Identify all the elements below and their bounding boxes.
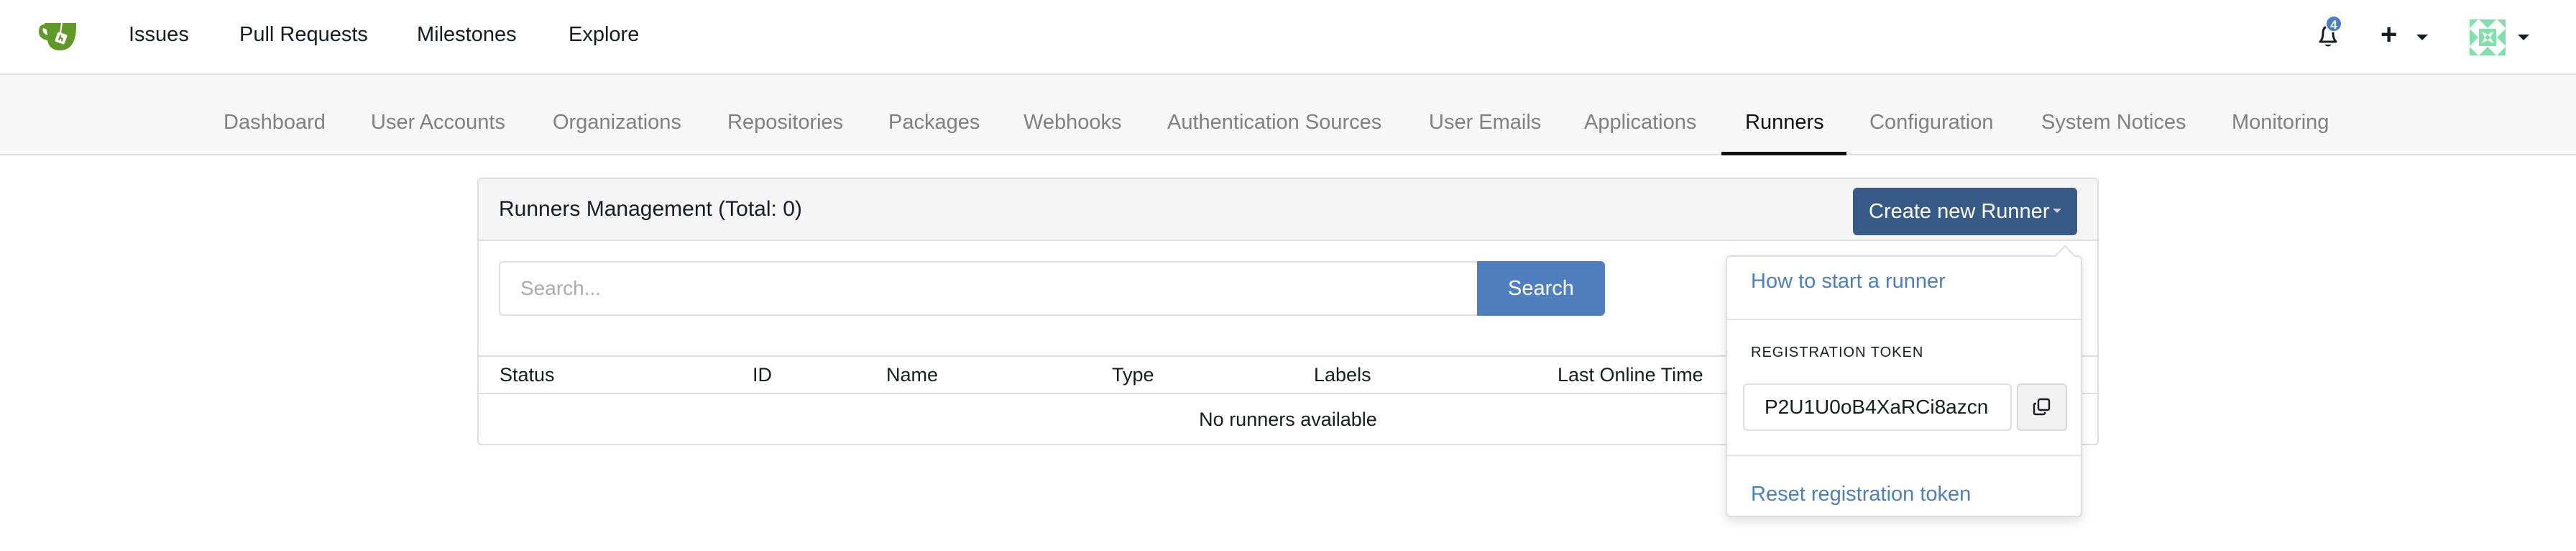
panel-header: Runners Management (Total: 0) Create new… <box>479 179 2097 241</box>
column-id[interactable]: ID <box>753 364 772 386</box>
tab-packages[interactable]: Packages <box>888 111 980 135</box>
create-menu-caret-icon[interactable] <box>2416 35 2428 40</box>
user-avatar[interactable] <box>2470 19 2506 55</box>
how-to-start-runner-link[interactable]: How to start a runner <box>1751 270 1946 293</box>
reset-registration-token-link[interactable]: Reset registration token <box>1751 483 1971 506</box>
plus-icon[interactable]: + <box>2380 20 2397 49</box>
admin-tabs: Dashboard User Accounts Organizations Re… <box>0 75 2576 155</box>
tab-runners[interactable]: Runners <box>1745 111 1824 135</box>
dropdown-divider <box>1727 319 2081 320</box>
nav-issues[interactable]: Issues <box>129 23 189 47</box>
column-labels[interactable]: Labels <box>1314 364 1371 386</box>
dropdown-divider <box>1727 455 2081 456</box>
column-last-online-time[interactable]: Last Online Time <box>1558 364 1703 386</box>
create-runner-dropdown: How to start a runner REGISTRATION TOKEN… <box>1726 245 2082 517</box>
tab-authentication-sources[interactable]: Authentication Sources <box>1167 111 1381 135</box>
nav-explore[interactable]: Explore <box>569 23 639 47</box>
copy-icon <box>2033 398 2051 416</box>
registration-token-label: REGISTRATION TOKEN <box>1751 345 1924 360</box>
registration-token-field[interactable] <box>1743 383 2012 431</box>
top-navbar: Issues Pull Requests Milestones Explore … <box>0 0 2576 75</box>
tab-applications[interactable]: Applications <box>1584 111 1696 135</box>
nav-milestones[interactable]: Milestones <box>417 23 517 47</box>
tab-organizations[interactable]: Organizations <box>553 111 681 135</box>
tab-user-accounts[interactable]: User Accounts <box>371 111 505 135</box>
tab-repositories[interactable]: Repositories <box>727 111 843 135</box>
user-menu-caret-icon[interactable] <box>2518 35 2529 40</box>
notification-count-badge: 4 <box>2325 15 2342 32</box>
search-input[interactable] <box>499 261 1478 316</box>
panel-title: Runners Management (Total: 0) <box>499 197 802 221</box>
create-new-runner-label: Create new Runner <box>1869 199 2050 223</box>
tab-system-notices[interactable]: System Notices <box>2041 111 2186 135</box>
tab-monitoring[interactable]: Monitoring <box>2232 111 2329 135</box>
tab-user-emails[interactable]: User Emails <box>1429 111 1541 135</box>
search-button[interactable]: Search <box>1477 261 1605 316</box>
tab-webhooks[interactable]: Webhooks <box>1024 111 1122 135</box>
tab-dashboard[interactable]: Dashboard <box>224 111 326 135</box>
nav-pull-requests[interactable]: Pull Requests <box>239 23 368 47</box>
gitea-logo-icon[interactable] <box>37 17 85 53</box>
create-new-runner-button[interactable]: Create new Runner <box>1853 188 2077 235</box>
column-type[interactable]: Type <box>1112 364 1154 386</box>
tab-configuration[interactable]: Configuration <box>1869 111 1994 135</box>
copy-token-button[interactable] <box>2017 383 2067 431</box>
chevron-down-icon <box>2053 209 2061 213</box>
column-status[interactable]: Status <box>500 364 555 386</box>
column-name[interactable]: Name <box>886 364 938 386</box>
active-tab-indicator <box>1721 152 1846 155</box>
